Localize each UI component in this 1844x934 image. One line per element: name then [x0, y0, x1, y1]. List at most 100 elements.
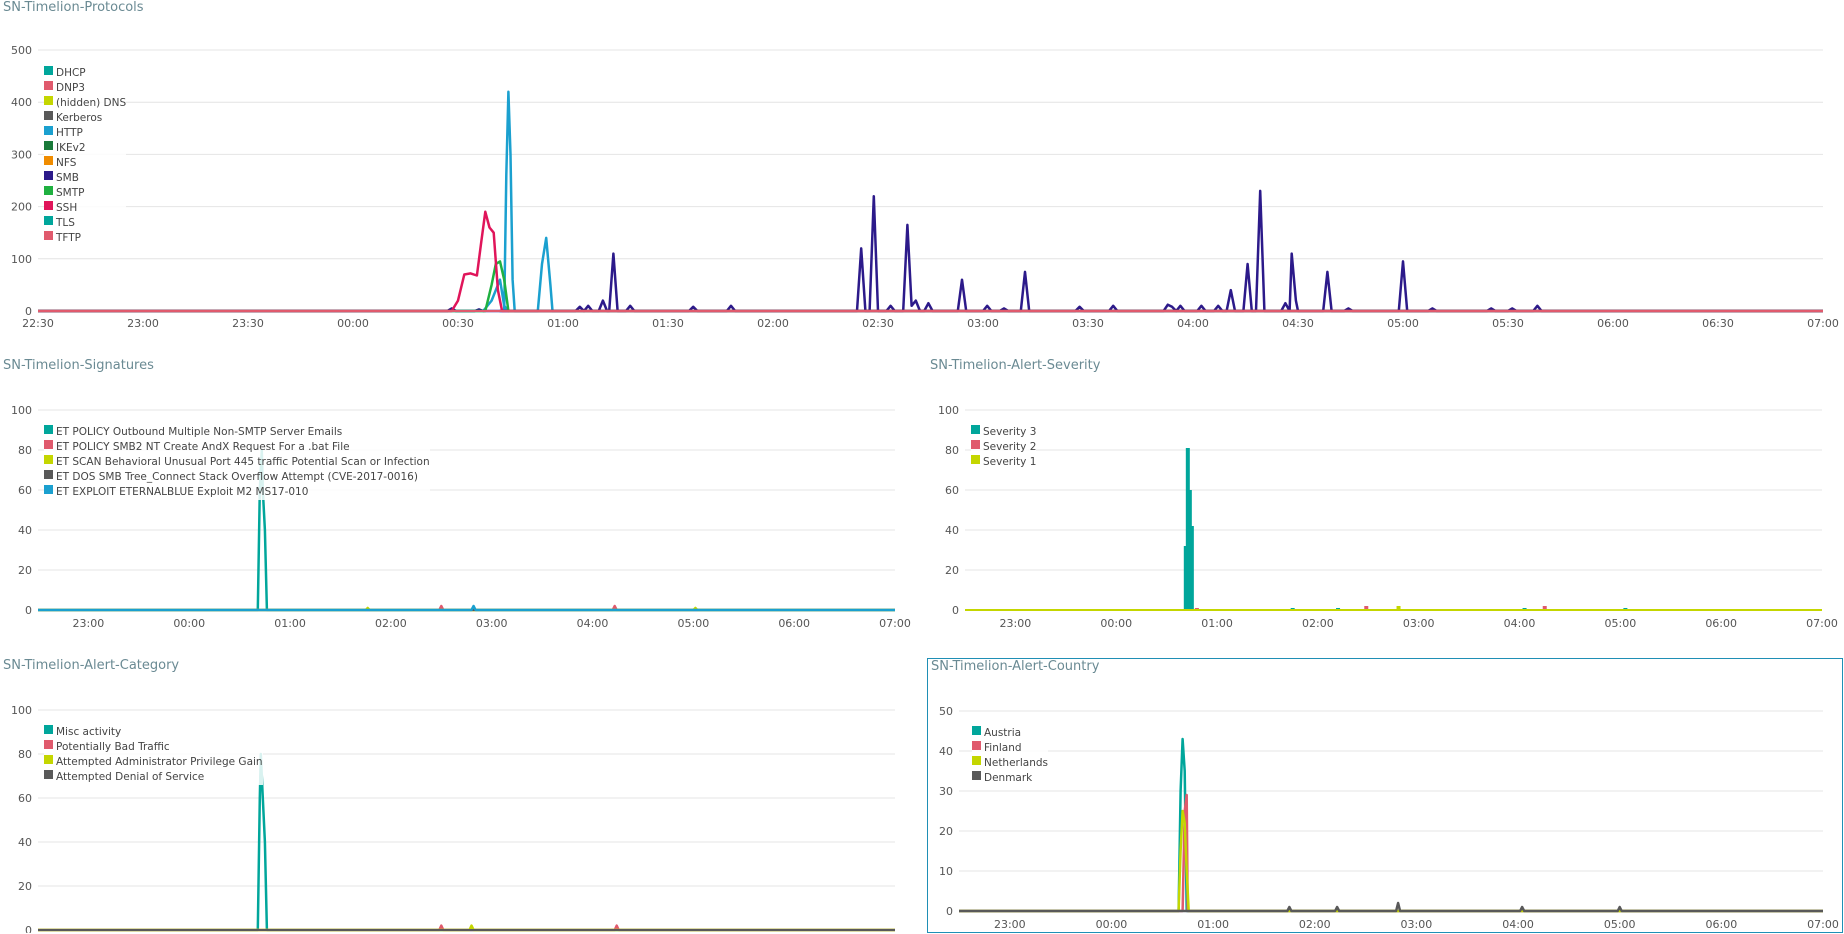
y-tick-label: 100 [938, 404, 959, 417]
chart-signatures[interactable]: 0 20 40 60 80 100 23:00 00:00 01:00 02:00 03:00 04:… [0, 358, 915, 646]
series-et-exploit-eternalblue-exploit-m2-ms17-010-line [38, 604, 895, 612]
legend-label: Severity 3 [983, 426, 1037, 438]
legend-swatch [44, 755, 53, 764]
series-ssh-line [38, 210, 1823, 313]
legend-item-smb[interactable]: SMB [44, 171, 126, 186]
x-tick-label: 06:30 [1702, 317, 1734, 330]
legend-item-finland[interactable]: Finland [972, 741, 1048, 756]
legend-item-smtp[interactable]: SMTP [44, 186, 126, 201]
legend-swatch [971, 425, 980, 434]
series-smtp-line [38, 260, 1823, 313]
legend-label: IKEv2 [56, 142, 86, 154]
legend-swatch [44, 231, 53, 240]
y-tick-label: 0 [25, 604, 32, 617]
x-tick-label: 01:00 [274, 617, 306, 630]
x-tick-label: 03:00 [967, 317, 999, 330]
legend-item-severity-2[interactable]: Severity 2 [971, 440, 1036, 455]
legend-item-kerberos[interactable]: Kerberos [44, 111, 126, 126]
legend-label: (hidden) DNS [56, 97, 127, 109]
legend-item-nfs[interactable]: NFS [44, 156, 126, 171]
series-smb-line [38, 189, 1823, 313]
legend-swatch [44, 141, 53, 150]
legend-label: ET POLICY SMB2 NT Create AndX Request Fo… [56, 441, 350, 453]
x-tick-label: 23:00 [127, 317, 159, 330]
x-tick-label: 05:00 [1605, 617, 1637, 630]
chart-category[interactable]: 0 20 40 60 80 100 [0, 658, 915, 933]
x-tick-label: 00:00 [1096, 918, 1128, 931]
chart-protocols[interactable]: 010020030040050022:30 23:00 23:30 00:00 00:3… [0, 0, 1844, 345]
legend-swatch [972, 726, 981, 735]
y-tick-label: 40 [945, 524, 959, 537]
y-tick-label: 0 [946, 905, 953, 918]
x-tick-label: 02:00 [1299, 918, 1331, 931]
legend-item-dnp3[interactable]: DNP3 [44, 81, 126, 96]
x-tick-label: 04:00 [1504, 617, 1536, 630]
series-finland-line [959, 793, 1823, 913]
y-tick-label: 50 [939, 705, 953, 718]
chart-country[interactable]: 0 10 20 30 40 50 23:00 00:00 01:00 02:00 03:00 04:0… [928, 659, 1844, 934]
legend-item-tls[interactable]: TLS [44, 216, 126, 231]
legend-label: SMTP [56, 187, 85, 199]
x-tick-label: 04:30 [1282, 317, 1314, 330]
x-tick-label: 00:30 [442, 317, 474, 330]
y-tick-label: 500 [11, 44, 32, 57]
x-tick-label: 02:00 [375, 617, 407, 630]
legend-item-et-scan-behavioral-unusual-port-445-traffic-potential-scan-or-infection[interactable]: ET SCAN Behavioral Unusual Port 445 traf… [44, 455, 430, 470]
chart-legend: Severity 3 Severity 2 Severity 1 [971, 425, 1037, 470]
x-tick-label: 03:00 [1401, 918, 1433, 931]
legend-item-attempted-denial-of-service[interactable]: Attempted Denial of Service [44, 770, 263, 785]
legend-item-et-policy-smb2-nt-create-andx-request-for-a-bat-file[interactable]: ET POLICY SMB2 NT Create AndX Request Fo… [44, 440, 430, 455]
x-tick-label: 04:00 [1177, 317, 1209, 330]
legend-swatch [972, 771, 981, 780]
legend-swatch [44, 216, 53, 225]
legend-item-http[interactable]: HTTP [44, 126, 126, 141]
legend-item-ssh[interactable]: SSH [44, 201, 126, 216]
y-tick-label: 100 [11, 404, 32, 417]
panel-protocols[interactable]: SN-Timelion-Protocols 0 100 200 300 400 500 22… [0, 0, 1844, 345]
legend-label: ET SCAN Behavioral Unusual Port 445 traf… [56, 456, 430, 468]
legend-label: HTTP [56, 127, 83, 139]
legend-item-hidden-dns[interactable]: (hidden) DNS [44, 96, 126, 111]
legend-item-ikev2[interactable]: IKEv2 [44, 141, 126, 156]
legend-swatch [44, 740, 53, 749]
legend-swatch [44, 186, 53, 195]
legend-item-austria[interactable]: Austria [972, 726, 1048, 741]
legend-item-et-dos-smb-tree-connect-stack-overflow-attempt-cve-2017-0016[interactable]: ET DOS SMB Tree_Connect Stack Overflow A… [44, 470, 430, 485]
x-tick-label: 07:00 [1806, 617, 1838, 630]
legend-label: TLS [56, 217, 75, 229]
x-tick-label: 22:30 [22, 317, 54, 330]
legend-item-severity-3[interactable]: Severity 3 [971, 425, 1036, 440]
y-tick-label: 100 [11, 704, 32, 717]
legend-item-dhcp[interactable]: DHCP [44, 66, 126, 81]
legend-label: Finland [984, 742, 1022, 754]
y-tick-label: 20 [945, 564, 959, 577]
y-tick-label: 200 [11, 201, 32, 214]
x-tick-label: 00:00 [337, 317, 369, 330]
x-tick-label: 23:00 [1000, 617, 1032, 630]
x-tick-label: 01:00 [1197, 918, 1229, 931]
y-tick-label: 80 [18, 444, 32, 457]
legend-item-denmark[interactable]: Denmark [972, 771, 1048, 786]
legend-item-et-policy-outbound-multiple-non-smtp-server-emails[interactable]: ET POLICY Outbound Multiple Non-SMTP Ser… [44, 425, 430, 440]
y-tick-label: 20 [939, 825, 953, 838]
y-tick-label: 0 [25, 924, 32, 933]
y-tick-label: 60 [18, 792, 32, 805]
x-tick-label: 01:30 [652, 317, 684, 330]
legend-item-attempted-administrator-privilege-gain[interactable]: Attempted Administrator Privilege Gain [44, 755, 263, 770]
panel-signatures[interactable]: SN-Timelion-Signatures 0 20 40 60 80 100 23:00… [0, 358, 915, 646]
legend-label: Denmark [984, 772, 1033, 784]
legend-item-severity-1[interactable]: Severity 1 [971, 455, 1036, 470]
x-tick-label: 07:00 [879, 617, 911, 630]
chart-severity[interactable]: 0 20 40 60 80 100 23:00 00:00 01:00 02:00 03:00 04:… [927, 358, 1844, 646]
x-tick-label: 00:00 [173, 617, 205, 630]
panel-category[interactable]: SN-Timelion-Alert-Category 0 20 40 60 80 100 … [0, 658, 915, 933]
legend-item-tftp[interactable]: TFTP [44, 231, 126, 246]
legend-item-et-exploit-eternalblue-exploit-m2-ms17-010[interactable]: ET EXPLOIT ETERNALBLUE Exploit M2 MS17-0… [44, 485, 430, 500]
x-tick-label: 02:00 [1302, 617, 1334, 630]
legend-item-netherlands[interactable]: Netherlands [972, 756, 1048, 771]
legend-item-misc-activity[interactable]: Misc activity [44, 725, 263, 740]
panel-severity[interactable]: SN-Timelion-Alert-Severity 0 20 40 60 80 100 2… [927, 358, 1844, 646]
legend-item-potentially-bad-traffic[interactable]: Potentially Bad Traffic [44, 740, 263, 755]
legend-swatch [44, 111, 53, 120]
panel-country[interactable]: SN-Timelion-Alert-Country 0 10 20 30 40 50 23:… [927, 658, 1843, 933]
